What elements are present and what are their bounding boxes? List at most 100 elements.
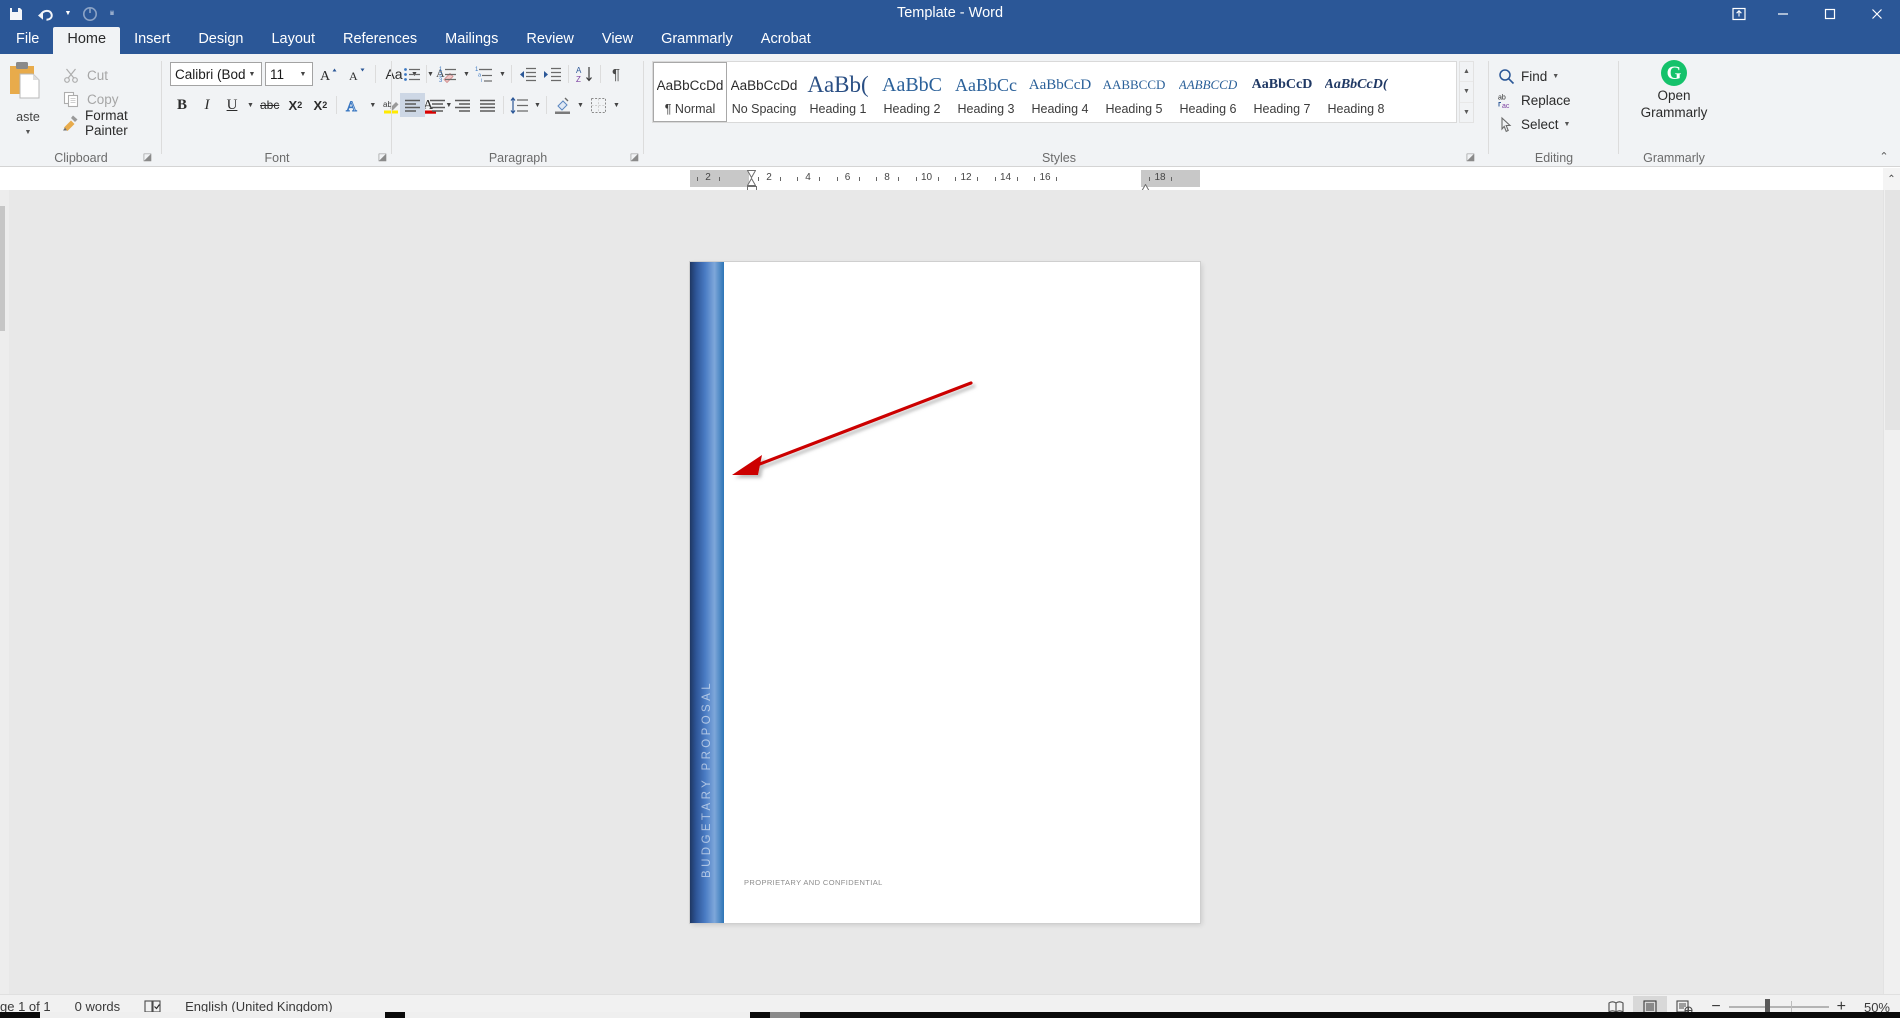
paste-dropdown-caret[interactable]: ▼ bbox=[0, 129, 56, 136]
decrease-indent-icon[interactable] bbox=[515, 62, 540, 86]
tab-grammarly[interactable]: Grammarly bbox=[647, 27, 747, 54]
tab-review[interactable]: Review bbox=[512, 27, 588, 54]
ruler-label: 18 bbox=[1154, 172, 1165, 183]
chevron-down-icon[interactable]: ▼ bbox=[296, 71, 310, 78]
copy-button[interactable]: Copy bbox=[62, 88, 119, 110]
scrollbar-thumb[interactable] bbox=[1885, 190, 1900, 430]
paste-label: aste bbox=[0, 110, 56, 124]
numbering-icon[interactable]: 123 bbox=[436, 62, 461, 86]
bullets-icon[interactable] bbox=[400, 62, 425, 86]
style-cell-heading-1[interactable]: AaBb(Heading 1 bbox=[801, 62, 875, 122]
font-dialog-launcher[interactable]: ◪ bbox=[376, 151, 389, 164]
horizontal-ruler[interactable]: 224681012141618 bbox=[690, 170, 1200, 187]
style-cell-heading-7[interactable]: AaBbCcDHeading 7 bbox=[1245, 62, 1319, 122]
vertical-scrollbar-left[interactable] bbox=[0, 190, 9, 994]
scroll-down-icon[interactable]: ▼ bbox=[1460, 82, 1473, 102]
borders-caret[interactable]: ▼ bbox=[611, 93, 622, 117]
style-cell-no-spacing[interactable]: AaBbCcDdNo Spacing bbox=[727, 62, 801, 122]
minimize-icon[interactable] bbox=[1759, 0, 1806, 27]
style-sample: AaBbCcD( bbox=[1325, 68, 1388, 102]
close-icon[interactable] bbox=[1853, 0, 1900, 27]
tab-view[interactable]: View bbox=[588, 27, 647, 54]
tab-acrobat[interactable]: Acrobat bbox=[747, 27, 825, 54]
multilevel-list-icon[interactable]: 1ai bbox=[472, 62, 497, 86]
style-cell-normal[interactable]: AaBbCcDd¶ Normal bbox=[653, 62, 727, 122]
styles-gallery-scrollbar[interactable]: ▲ ▼ ▼ bbox=[1459, 61, 1474, 123]
style-cell-heading-8[interactable]: AaBbCcD(Heading 8 bbox=[1319, 62, 1393, 122]
style-cell-heading-5[interactable]: AABBCCDHeading 5 bbox=[1097, 62, 1171, 122]
strikethrough-icon[interactable]: abc bbox=[257, 93, 282, 117]
style-cell-heading-2[interactable]: AaBbCHeading 2 bbox=[875, 62, 949, 122]
zoom-slider-track[interactable] bbox=[1729, 1006, 1829, 1008]
multilevel-caret[interactable]: ▼ bbox=[497, 62, 508, 86]
line-spacing-caret[interactable]: ▼ bbox=[532, 93, 543, 117]
text-effects-caret[interactable]: ▼ bbox=[367, 93, 378, 117]
open-grammarly-button[interactable]: G Open Grammarly bbox=[1619, 60, 1729, 120]
select-caret[interactable]: ▼ bbox=[1564, 121, 1571, 128]
bold-icon[interactable]: B bbox=[170, 93, 194, 117]
numbering-caret[interactable]: ▼ bbox=[461, 62, 472, 86]
bold-label: B bbox=[177, 97, 187, 114]
font-size-combo[interactable]: 11 ▼ bbox=[265, 62, 313, 86]
right-indent-marker[interactable] bbox=[1141, 180, 1150, 188]
tab-references[interactable]: References bbox=[329, 27, 431, 54]
document-page[interactable]: BUDGETARY PROPOSAL PROPRIETARY AND CONFI… bbox=[690, 262, 1200, 923]
tab-home[interactable]: Home bbox=[53, 27, 120, 54]
tab-insert[interactable]: Insert bbox=[120, 27, 184, 54]
format-painter-button[interactable]: Format Painter bbox=[62, 112, 162, 134]
ruler-label: 14 bbox=[1000, 172, 1011, 183]
align-center-icon[interactable] bbox=[425, 93, 450, 117]
restore-icon[interactable] bbox=[1806, 0, 1853, 27]
shrink-font-icon[interactable]: A bbox=[344, 62, 369, 86]
shading-icon[interactable] bbox=[550, 93, 575, 117]
borders-icon[interactable] bbox=[586, 93, 611, 117]
tab-layout[interactable]: Layout bbox=[257, 27, 329, 54]
paste-button[interactable]: aste ▼ bbox=[0, 60, 56, 138]
line-spacing-icon[interactable] bbox=[507, 93, 532, 117]
first-line-indent-marker[interactable] bbox=[747, 166, 756, 174]
scroll-up-page-icon[interactable]: ⌃ bbox=[1883, 168, 1900, 190]
scrollbar-thumb[interactable] bbox=[0, 206, 5, 331]
clipboard-dialog-launcher[interactable]: ◪ bbox=[141, 151, 154, 164]
hanging-indent-marker[interactable] bbox=[747, 174, 756, 182]
increase-indent-icon[interactable] bbox=[540, 62, 565, 86]
taskbar-segment bbox=[405, 1012, 750, 1018]
vertical-scrollbar-right[interactable] bbox=[1883, 190, 1900, 994]
styles-dialog-launcher[interactable]: ◪ bbox=[1464, 151, 1477, 164]
tab-mailings[interactable]: Mailings bbox=[431, 27, 512, 54]
italic-icon[interactable]: I bbox=[195, 93, 219, 117]
sort-icon[interactable]: AZ bbox=[572, 62, 597, 86]
document-canvas[interactable]: BUDGETARY PROPOSAL PROPRIETARY AND CONFI… bbox=[0, 190, 1900, 994]
text-effects-icon[interactable]: A bbox=[341, 93, 366, 117]
align-left-icon[interactable] bbox=[400, 93, 425, 117]
superscript-icon[interactable]: X2 bbox=[308, 93, 332, 117]
justify-icon[interactable] bbox=[475, 93, 500, 117]
more-styles-icon[interactable]: ▼ bbox=[1460, 103, 1473, 122]
ribbon-display-options-icon[interactable] bbox=[1719, 0, 1759, 27]
cut-button[interactable]: Cut bbox=[62, 64, 108, 86]
tab-design[interactable]: Design bbox=[184, 27, 257, 54]
styles-gallery[interactable]: AaBbCcDd¶ NormalAaBbCcDdNo SpacingAaBb(H… bbox=[652, 61, 1457, 123]
find-caret[interactable]: ▼ bbox=[1552, 73, 1559, 80]
bullets-caret[interactable]: ▼ bbox=[425, 62, 436, 86]
find-button[interactable]: Find ▼ bbox=[1497, 64, 1559, 88]
scroll-up-icon[interactable]: ▲ bbox=[1460, 62, 1473, 82]
underline-icon[interactable]: U bbox=[220, 93, 244, 117]
style-cell-heading-4[interactable]: AaBbCcDHeading 4 bbox=[1023, 62, 1097, 122]
grow-font-icon[interactable]: A bbox=[316, 62, 341, 86]
underline-caret[interactable]: ▼ bbox=[245, 93, 256, 117]
shading-caret[interactable]: ▼ bbox=[575, 93, 586, 117]
paragraph-dialog-launcher[interactable]: ◪ bbox=[628, 151, 641, 164]
show-formatting-marks-icon[interactable]: ¶ bbox=[604, 62, 628, 86]
font-name-combo[interactable]: Calibri (Body) ▼ bbox=[170, 62, 262, 86]
chevron-down-icon[interactable]: ▼ bbox=[245, 71, 259, 78]
style-name: Heading 8 bbox=[1328, 102, 1385, 116]
subscript-icon[interactable]: X2 bbox=[283, 93, 307, 117]
style-cell-heading-3[interactable]: AaBbCcHeading 3 bbox=[949, 62, 1023, 122]
replace-button[interactable]: abac Replace bbox=[1497, 88, 1571, 112]
tab-file[interactable]: File bbox=[2, 27, 53, 54]
select-button[interactable]: Select ▼ bbox=[1497, 112, 1570, 136]
style-cell-heading-6[interactable]: AABBCCDHeading 6 bbox=[1171, 62, 1245, 122]
collapse-ribbon-icon[interactable]: ⌃ bbox=[1874, 147, 1894, 165]
align-right-icon[interactable] bbox=[450, 93, 475, 117]
